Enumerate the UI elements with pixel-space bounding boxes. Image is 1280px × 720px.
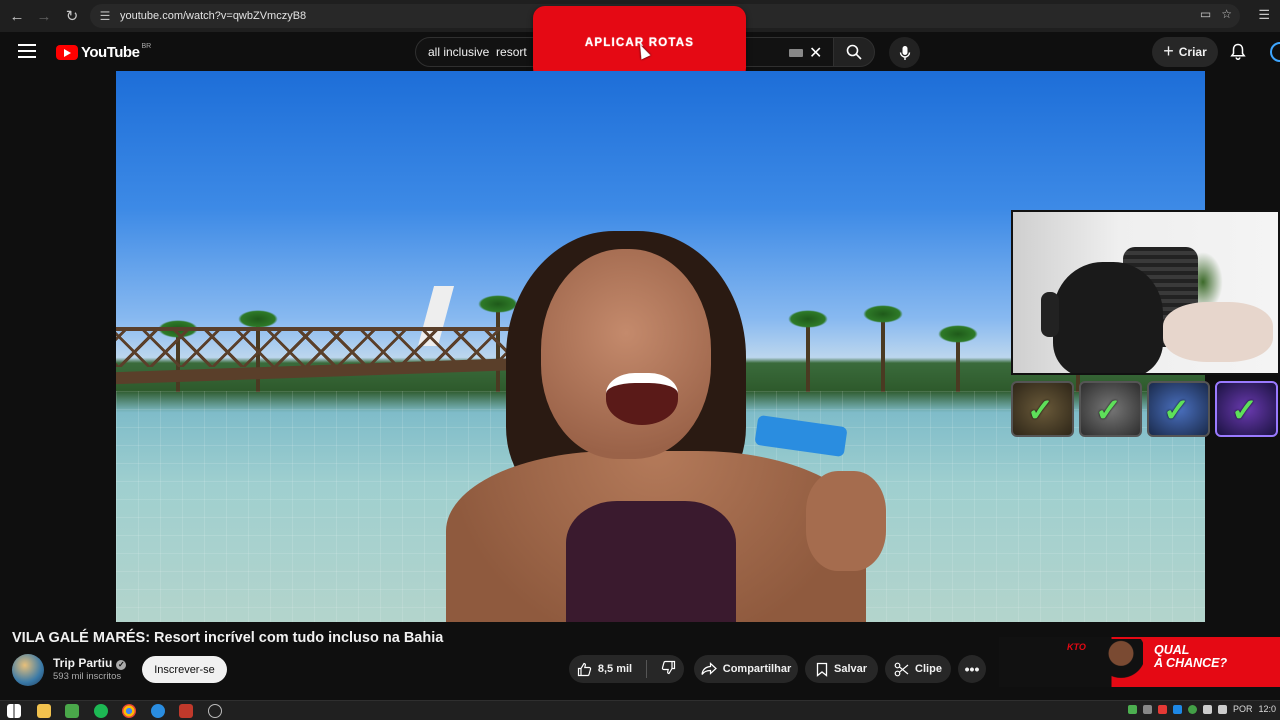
checkmark-icon: ✓ — [1027, 392, 1054, 428]
tray-icon[interactable] — [1157, 704, 1167, 714]
like-count: 8,5 mil — [597, 663, 633, 675]
url-text: youtube.com/watch?v=qwbZVmczyB8 — [120, 10, 307, 22]
plus-icon: + — [1163, 40, 1174, 61]
clear-search-icon[interactable]: ✕ — [809, 43, 822, 63]
back-button[interactable]: ← — [3, 2, 31, 30]
voice-search-button[interactable] — [889, 37, 920, 68]
subscribe-button[interactable]: Inscrever-se — [142, 656, 227, 683]
windows-taskbar: POR 12:0 — [0, 700, 1280, 720]
clip-label: Clipe — [915, 663, 942, 675]
file-explorer-icon[interactable] — [37, 704, 51, 718]
like-button[interactable]: 8,5 mil — [577, 662, 632, 677]
like-dislike-group: 8,5 mil — [569, 655, 684, 683]
bookmark-icon — [816, 662, 828, 677]
ad-person-image — [1099, 639, 1143, 687]
divider — [646, 660, 648, 678]
keyboard-icon[interactable] — [789, 49, 803, 57]
forward-button[interactable]: → — [30, 2, 58, 30]
checkmark-icon: ✓ — [1163, 392, 1190, 428]
cast-icon[interactable]: ▭ — [1200, 7, 1211, 21]
account-avatar[interactable] — [1270, 42, 1280, 62]
route-badge: ✓ — [1079, 381, 1142, 437]
video-title: VILA GALÉ MARÉS: Resort incrível com tud… — [12, 630, 444, 646]
ad-headline: QUAL A CHANCE? — [1154, 644, 1227, 670]
checkmark-icon: ✓ — [1231, 392, 1258, 428]
route-badges: ✓ ✓ ✓ ✓ — [1011, 381, 1278, 437]
clip-button[interactable]: Clipe — [885, 655, 951, 683]
ad-brand: KTO — [1067, 642, 1086, 652]
spotify-icon[interactable] — [94, 704, 108, 718]
language-indicator[interactable]: POR — [1233, 704, 1253, 714]
chrome-icon[interactable] — [122, 704, 136, 718]
tray-icon[interactable] — [1127, 704, 1137, 714]
system-tray: POR 12:0 — [1127, 704, 1276, 714]
checkmark-icon: ✓ — [1095, 392, 1122, 428]
youtube-play-icon — [56, 45, 78, 60]
route-badge: ✓ — [1011, 381, 1074, 437]
settings-icon[interactable] — [208, 704, 222, 718]
create-label: Criar — [1178, 45, 1207, 59]
aplicar-rotas-button[interactable]: APLICAR ROTAS — [533, 6, 746, 80]
channel-name-row[interactable]: Trip Partiu ✓ — [53, 656, 127, 670]
share-button[interactable]: Compartilhar — [694, 655, 798, 683]
clock[interactable]: 12:0 — [1258, 704, 1276, 714]
route-badge: ✓ — [1147, 381, 1210, 437]
browser-menu-icon[interactable]: ☰ — [1258, 7, 1270, 23]
reload-button[interactable]: ↻ — [58, 2, 86, 30]
search-icon — [846, 44, 862, 60]
verified-icon: ✓ — [116, 660, 127, 670]
site-info-icon[interactable]: ☰ — [90, 9, 120, 23]
bookmark-star-icon[interactable]: ☆ — [1221, 7, 1232, 21]
thumbs-down-icon — [661, 660, 676, 675]
create-button[interactable]: + Criar — [1152, 37, 1218, 67]
microphone-icon — [899, 45, 910, 60]
channel-avatar[interactable] — [12, 654, 44, 686]
volume-icon[interactable] — [1217, 704, 1227, 714]
edge-icon[interactable] — [151, 704, 165, 718]
kto-ad-banner[interactable]: KTO QUAL A CHANCE? — [999, 637, 1280, 687]
microphone-tray-icon[interactable] — [1202, 704, 1212, 714]
windows-start-icon[interactable] — [7, 704, 21, 718]
dislike-button[interactable] — [661, 660, 676, 678]
palm-tree — [938, 325, 978, 392]
menu-icon[interactable] — [18, 44, 36, 58]
tray-icon[interactable] — [1187, 704, 1197, 714]
app-icon[interactable] — [65, 704, 79, 718]
streamer-webcam — [1011, 210, 1280, 375]
thumbs-up-icon — [577, 662, 592, 676]
save-button[interactable]: Salvar — [805, 655, 878, 683]
app-icon[interactable] — [179, 704, 193, 718]
scissors-icon — [894, 662, 909, 676]
channel-name[interactable]: Trip Partiu — [53, 656, 112, 670]
region-code: BR — [141, 43, 152, 50]
more-actions-button[interactable]: ••• — [958, 655, 986, 683]
route-badge: ✓ — [1215, 381, 1278, 437]
address-actions: ▭ ☆ — [1200, 7, 1232, 21]
logo-text: YouTube — [81, 44, 140, 61]
share-icon — [701, 662, 717, 675]
youtube-logo[interactable]: YouTube BR — [56, 43, 152, 61]
bell-icon — [1230, 43, 1246, 61]
share-label: Compartilhar — [722, 663, 792, 675]
tray-icon[interactable] — [1142, 704, 1152, 714]
save-label: Salvar — [833, 663, 868, 675]
search-button[interactable] — [833, 37, 875, 67]
ad-headline-line2: A CHANCE? — [1154, 656, 1228, 670]
tray-icon[interactable] — [1172, 704, 1182, 714]
notifications-button[interactable] — [1230, 43, 1246, 65]
subscriber-count: 593 mil inscritos — [53, 671, 122, 682]
presenter-hand — [806, 471, 886, 571]
